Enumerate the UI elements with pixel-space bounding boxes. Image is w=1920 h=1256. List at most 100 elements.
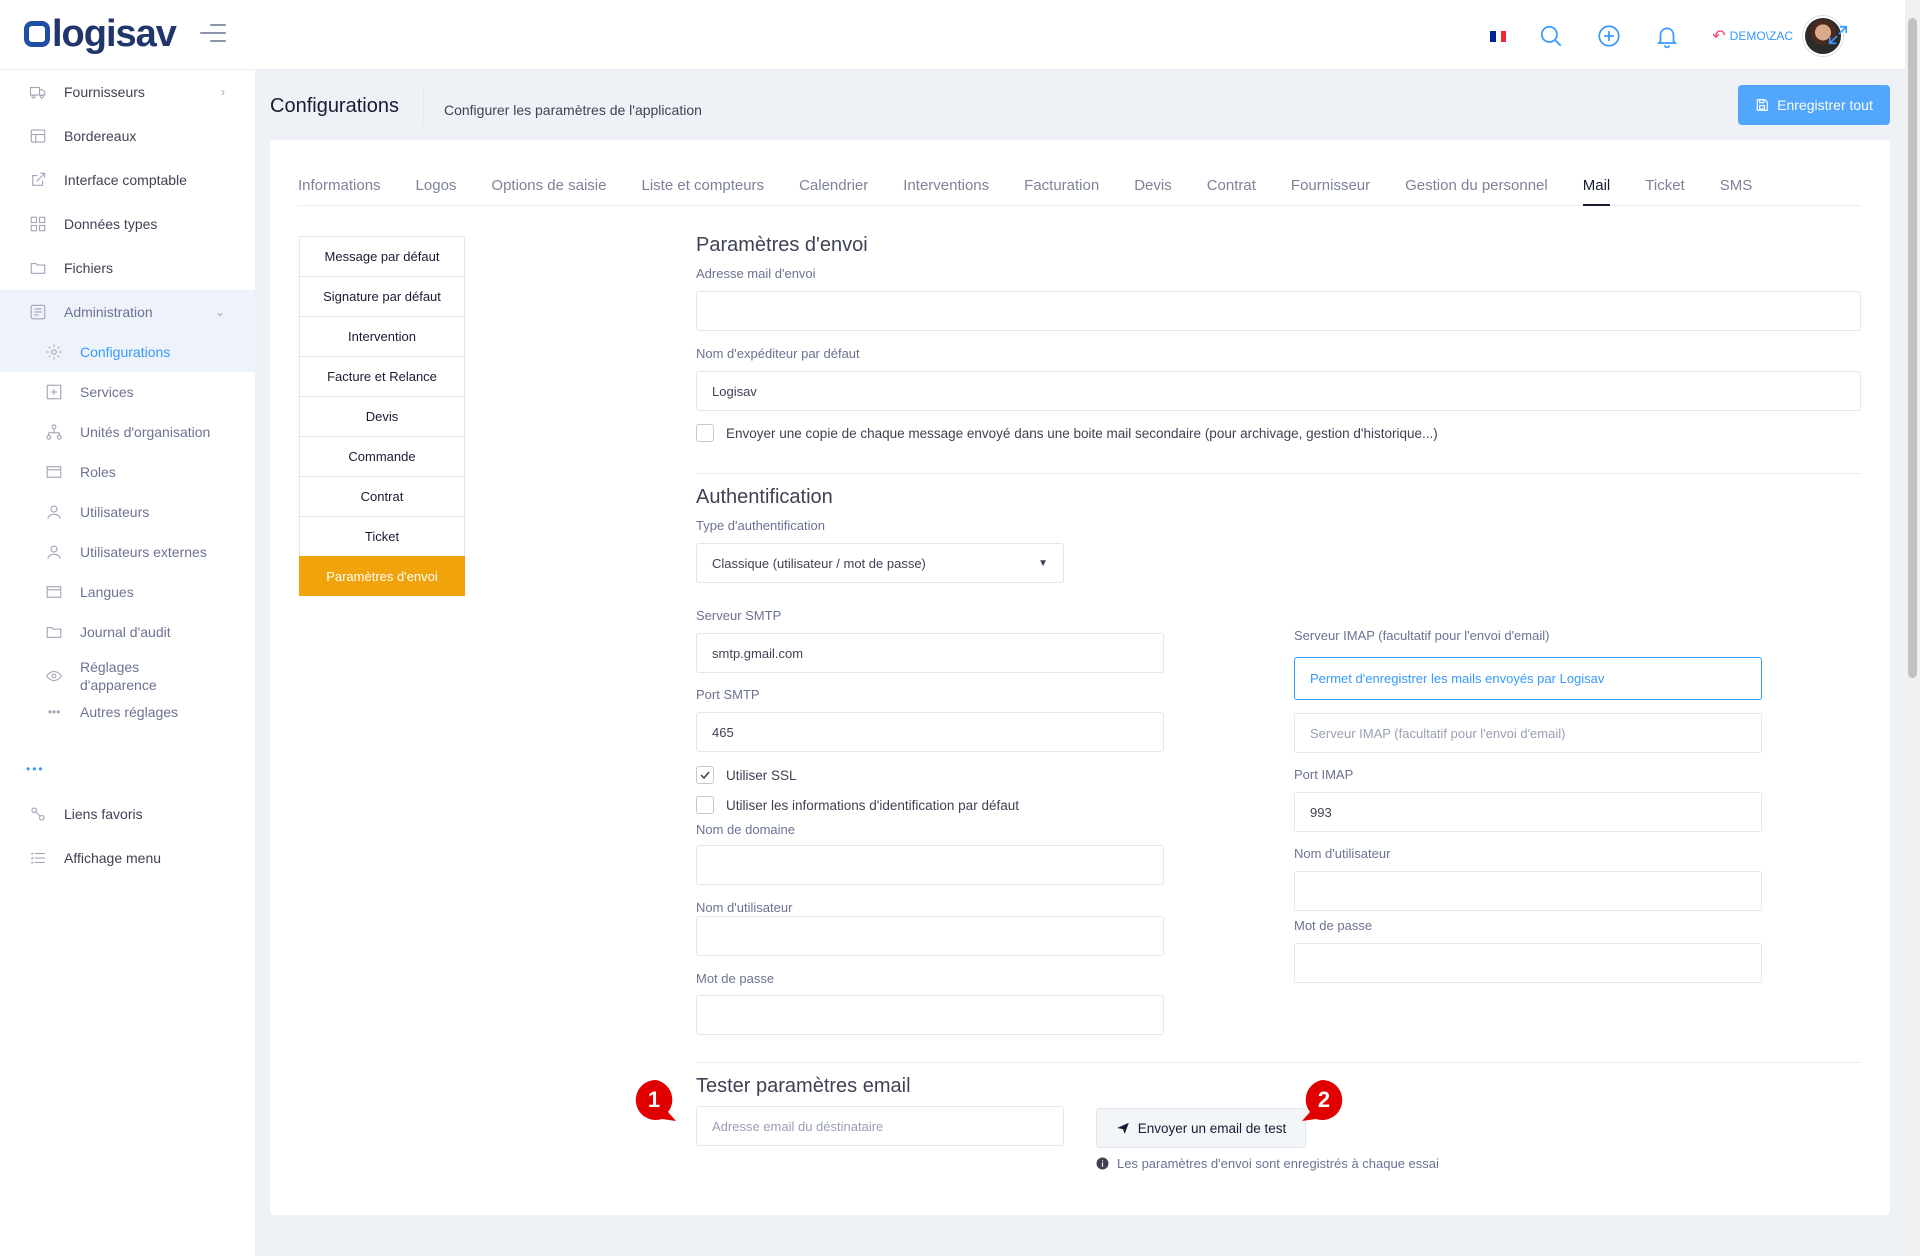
address-label: Adresse mail d'envoi xyxy=(696,266,816,281)
sidebar-subitem-configurations[interactable]: Configurations xyxy=(0,332,255,372)
tab-facturation[interactable]: Facturation xyxy=(1024,166,1099,206)
config-tabs: Informations Logos Options de saisie Lis… xyxy=(298,166,1861,206)
copy-checkbox-row: Envoyer une copie de chaque message envo… xyxy=(696,424,1438,442)
page-scrollbar[interactable] xyxy=(1905,0,1920,1256)
more-icon: ••• xyxy=(47,705,61,719)
subtab-facture-relance[interactable]: Facture et Relance xyxy=(299,356,465,396)
imap-input[interactable]: Serveur IMAP (facultatif pour l'envoi d'… xyxy=(1294,713,1762,753)
sender-input[interactable]: Logisav xyxy=(696,371,1861,411)
copy-label: Envoyer une copie de chaque message envo… xyxy=(726,425,1438,441)
imap-pass-input[interactable] xyxy=(1294,943,1762,983)
undo-icon: ↶ xyxy=(1712,28,1726,45)
imap-user-label: Nom d'utilisateur xyxy=(1294,846,1391,861)
callout-number: 2 xyxy=(1318,1087,1330,1112)
save-all-button[interactable]: Enregistrer tout xyxy=(1738,85,1890,125)
subtab-ticket[interactable]: Ticket xyxy=(299,516,465,556)
top-actions: ↶ DEMO\ZAC xyxy=(1490,16,1843,56)
tab-sms[interactable]: SMS xyxy=(1720,166,1753,206)
subtab-devis[interactable]: Devis xyxy=(299,396,465,436)
sidebar-subitem-services[interactable]: Services xyxy=(0,372,255,412)
test-note: Les paramètres d'envoi sont enregistrés … xyxy=(1096,1156,1439,1171)
table-icon xyxy=(28,126,48,146)
sidebar-subitem-label: Langues xyxy=(80,584,134,600)
sidebar-subitem-unites[interactable]: Unités d'organisation xyxy=(0,412,255,452)
ssl-checkbox[interactable] xyxy=(696,766,714,784)
sidebar-item-administration[interactable]: Administration ⌄ xyxy=(0,290,255,334)
auth-type-select[interactable]: Classique (utilisateur / mot de passe) ▼ xyxy=(696,543,1064,583)
smtp-port-input[interactable]: 465 xyxy=(696,712,1164,752)
sidebar-subitem-journal[interactable]: Journal d'audit xyxy=(0,612,255,652)
sidebar-item-liens-favoris[interactable]: Liens favoris xyxy=(0,792,255,836)
bell-icon[interactable] xyxy=(1654,23,1680,49)
tab-gestion-personnel[interactable]: Gestion du personnel xyxy=(1405,166,1548,206)
tab-contrat[interactable]: Contrat xyxy=(1207,166,1256,206)
imap-hint: Permet d'enregistrer les mails envoyés p… xyxy=(1294,657,1762,700)
tab-calendrier[interactable]: Calendrier xyxy=(799,166,868,206)
menu-toggle-button[interactable] xyxy=(200,24,226,44)
services-icon xyxy=(44,382,64,402)
default-cred-checkbox[interactable] xyxy=(696,796,714,814)
sidebar-subitem-autres[interactable]: ••• Autres réglages xyxy=(0,692,255,732)
save-icon xyxy=(1756,99,1768,111)
sidebar-item-label: Fichiers xyxy=(64,260,114,276)
chevron-down-icon: ▼ xyxy=(1038,557,1048,569)
tab-fournisseur[interactable]: Fournisseur xyxy=(1291,166,1370,206)
add-circle-icon[interactable] xyxy=(1596,23,1622,49)
tab-ticket[interactable]: Ticket xyxy=(1645,166,1684,206)
smtp-pass-input[interactable] xyxy=(696,995,1164,1035)
eye-icon xyxy=(44,666,64,686)
more-dots[interactable]: ••• xyxy=(26,762,45,776)
sidebar-item-label: Interface comptable xyxy=(64,172,187,188)
tab-devis[interactable]: Devis xyxy=(1134,166,1172,206)
send-test-email-button[interactable]: Envoyer un email de test xyxy=(1096,1108,1306,1148)
sidebar-subitem-label: Utilisateurs externes xyxy=(80,544,207,560)
subtab-intervention[interactable]: Intervention xyxy=(299,316,465,356)
subtab-message-defaut[interactable]: Message par défaut xyxy=(299,236,465,276)
sidebar-item-fournisseurs[interactable]: Fournisseurs › xyxy=(0,70,255,114)
tab-mail[interactable]: Mail xyxy=(1582,166,1611,206)
subtab-commande[interactable]: Commande xyxy=(299,436,465,476)
subtab-parametres-envoi[interactable]: Paramètres d'envoi xyxy=(299,556,465,596)
logo[interactable]: logisav xyxy=(24,13,177,55)
smtp-port-label: Port SMTP xyxy=(696,687,760,702)
sidebar-subitem-utilisateurs[interactable]: Utilisateurs xyxy=(0,492,255,532)
french-flag-icon[interactable] xyxy=(1490,30,1507,42)
tab-informations[interactable]: Informations xyxy=(298,166,381,206)
hamburger-line xyxy=(210,40,226,42)
impersonation-tag[interactable]: ↶ DEMO\ZAC xyxy=(1712,26,1793,46)
sidebar-subitem-utilisateurs-externes[interactable]: Utilisateurs externes xyxy=(0,532,255,572)
scrollbar-thumb[interactable] xyxy=(1908,18,1917,678)
address-input[interactable] xyxy=(696,291,1861,331)
smtp-pass-label: Mot de passe xyxy=(696,971,775,986)
tab-liste-compteurs[interactable]: Liste et compteurs xyxy=(642,166,765,206)
expand-icon[interactable] xyxy=(1827,24,1849,46)
tab-options-saisie[interactable]: Options de saisie xyxy=(491,166,606,206)
sidebar-subitem-roles[interactable]: Roles xyxy=(0,452,255,492)
smtp-user-input[interactable] xyxy=(696,916,1164,956)
sidebar-item-label: Données types xyxy=(64,216,158,232)
recipient-email-input[interactable]: Adresse email du déstinataire xyxy=(696,1106,1064,1146)
tab-logos[interactable]: Logos xyxy=(416,166,457,206)
languages-icon xyxy=(44,582,64,602)
subtab-contrat[interactable]: Contrat xyxy=(299,476,465,516)
hamburger-line xyxy=(200,32,226,34)
sidebar-item-interface-comptable[interactable]: Interface comptable xyxy=(0,158,255,202)
sidebar-item-affichage-menu[interactable]: Affichage menu xyxy=(0,836,255,880)
smtp-input[interactable]: smtp.gmail.com xyxy=(696,633,1164,673)
domain-input[interactable] xyxy=(696,845,1164,885)
sidebar-item-fichiers[interactable]: Fichiers xyxy=(0,246,255,290)
top-bar: logisav ↶ DEMO\ZAC xyxy=(0,0,1905,70)
sender-label: Nom d'expéditeur par défaut xyxy=(696,346,860,361)
sidebar-subitem-langues[interactable]: Langues xyxy=(0,572,255,612)
imap-port-input[interactable]: 993 xyxy=(1294,792,1762,832)
hamburger-line xyxy=(210,24,226,26)
sidebar-item-donnees-types[interactable]: Données types xyxy=(0,202,255,246)
subtab-signature-defaut[interactable]: Signature par défaut xyxy=(299,276,465,316)
sidebar-subitem-label: Configurations xyxy=(80,344,171,360)
tab-interventions[interactable]: Interventions xyxy=(903,166,989,206)
sidebar-item-bordereaux[interactable]: Bordereaux xyxy=(0,114,255,158)
imap-user-input[interactable] xyxy=(1294,871,1762,911)
search-icon[interactable] xyxy=(1538,23,1564,49)
domain-label: Nom de domaine xyxy=(696,822,795,837)
copy-checkbox[interactable] xyxy=(696,424,714,442)
